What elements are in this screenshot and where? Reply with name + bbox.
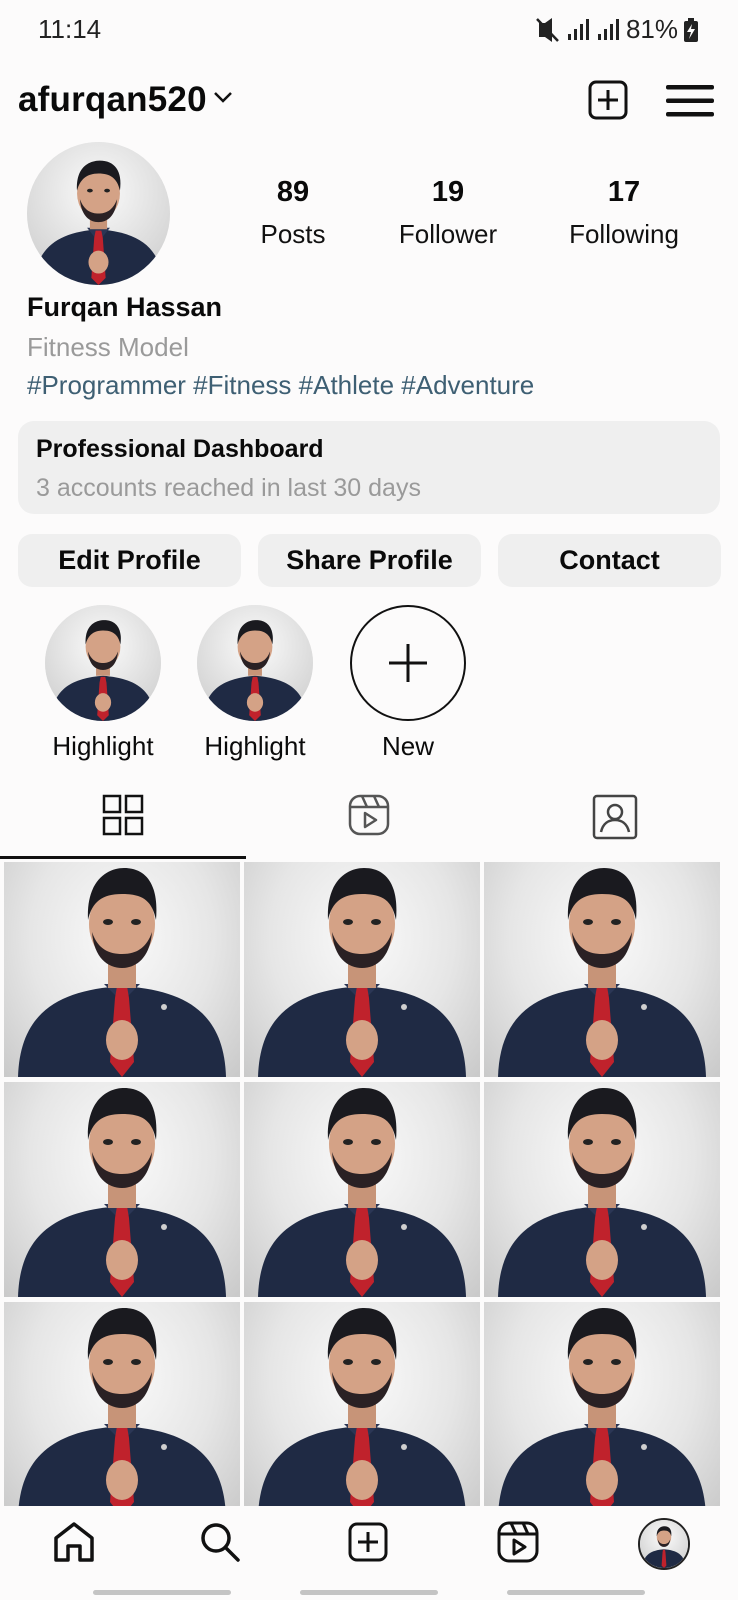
profile-tabs — [0, 780, 738, 860]
tagged-icon — [592, 794, 638, 845]
system-gesture-bar — [507, 1590, 645, 1595]
profile-header: afurqan520 — [0, 76, 738, 126]
highlight-cover — [197, 605, 313, 721]
stat-followers[interactable]: 19 Follower — [387, 176, 509, 250]
post-thumbnail[interactable] — [4, 862, 240, 1077]
new-highlight[interactable]: New — [348, 605, 468, 762]
reels-icon — [348, 794, 390, 841]
highlight-cover — [45, 605, 161, 721]
search-icon — [199, 1521, 241, 1568]
create-icon — [348, 1522, 388, 1567]
post-thumbnail[interactable] — [484, 1302, 720, 1506]
system-gesture-bar — [300, 1590, 438, 1595]
post-thumbnail[interactable] — [244, 1302, 480, 1506]
nav-reels[interactable] — [468, 1506, 568, 1582]
status-bar: 11:14 81% — [0, 0, 738, 58]
highlight-item[interactable]: Highlight — [195, 605, 315, 762]
add-post-icon[interactable] — [588, 80, 628, 125]
followers-count: 19 — [431, 176, 465, 208]
battery-charging-icon — [684, 17, 698, 42]
username[interactable]: afurqan520 — [18, 80, 207, 120]
post-thumbnail[interactable] — [4, 1082, 240, 1297]
profile-screen: 11:14 81% afurqan520 89 Posts 19 Followe… — [0, 0, 738, 1600]
posts-grid — [4, 862, 734, 1506]
home-icon — [52, 1520, 96, 1569]
grid-icon — [102, 794, 144, 841]
new-highlight-button[interactable] — [350, 605, 466, 721]
tab-tagged[interactable] — [492, 780, 738, 860]
highlight-label: Highlight — [52, 731, 154, 761]
status-icons: 81% — [536, 14, 698, 45]
chevron-down-icon[interactable] — [212, 86, 234, 113]
stat-posts[interactable]: 89 Posts — [253, 176, 333, 250]
active-tab-indicator — [0, 856, 246, 859]
system-gesture-bar — [93, 1590, 231, 1595]
dashboard-subtitle: 3 accounts reached in last 30 days — [36, 474, 421, 502]
signal-icon — [566, 18, 590, 42]
plus-icon — [389, 644, 427, 682]
following-count: 17 — [607, 176, 641, 208]
person-photo — [27, 142, 170, 285]
tab-reels[interactable] — [246, 780, 492, 860]
professional-dashboard[interactable]: Professional Dashboard 3 accounts reache… — [18, 421, 720, 514]
post-thumbnail[interactable] — [244, 1082, 480, 1297]
highlight-item[interactable]: Highlight — [43, 605, 163, 762]
post-thumbnail[interactable] — [484, 862, 720, 1077]
post-thumbnail[interactable] — [4, 1302, 240, 1506]
nav-search[interactable] — [170, 1506, 270, 1582]
battery-percent: 81% — [625, 14, 678, 44]
nav-profile[interactable] — [614, 1506, 714, 1582]
post-thumbnail[interactable] — [484, 1082, 720, 1297]
share-profile-button[interactable]: Share Profile — [258, 534, 481, 587]
profile-bio-hashtags[interactable]: #Programmer #Fitness #Athlete #Adventure — [27, 370, 534, 401]
profile-avatar-small — [638, 1518, 690, 1570]
nav-home[interactable] — [24, 1506, 124, 1582]
posts-label: Posts — [260, 219, 326, 249]
bottom-navigation — [0, 1506, 738, 1600]
nav-create[interactable] — [318, 1506, 418, 1582]
dashboard-title: Professional Dashboard — [36, 435, 324, 463]
display-name: Furqan Hassan — [27, 292, 223, 322]
post-thumbnail[interactable] — [244, 862, 480, 1077]
profile-category: Fitness Model — [27, 332, 189, 362]
signal-icon — [596, 18, 620, 42]
status-time: 11:14 — [38, 14, 102, 44]
menu-icon[interactable] — [666, 84, 714, 123]
highlight-label: Highlight — [204, 731, 306, 761]
mute-vibrate-icon — [536, 17, 560, 43]
posts-count: 89 — [276, 176, 310, 208]
profile-avatar[interactable] — [27, 142, 170, 285]
edit-profile-button[interactable]: Edit Profile — [18, 534, 241, 587]
stat-following[interactable]: 17 Following — [562, 176, 686, 250]
reels-icon — [497, 1521, 539, 1568]
contact-button[interactable]: Contact — [498, 534, 721, 587]
new-highlight-label: New — [381, 731, 434, 761]
following-label: Following — [569, 219, 679, 249]
followers-label: Follower — [398, 219, 498, 249]
tab-posts-grid[interactable] — [0, 780, 246, 860]
